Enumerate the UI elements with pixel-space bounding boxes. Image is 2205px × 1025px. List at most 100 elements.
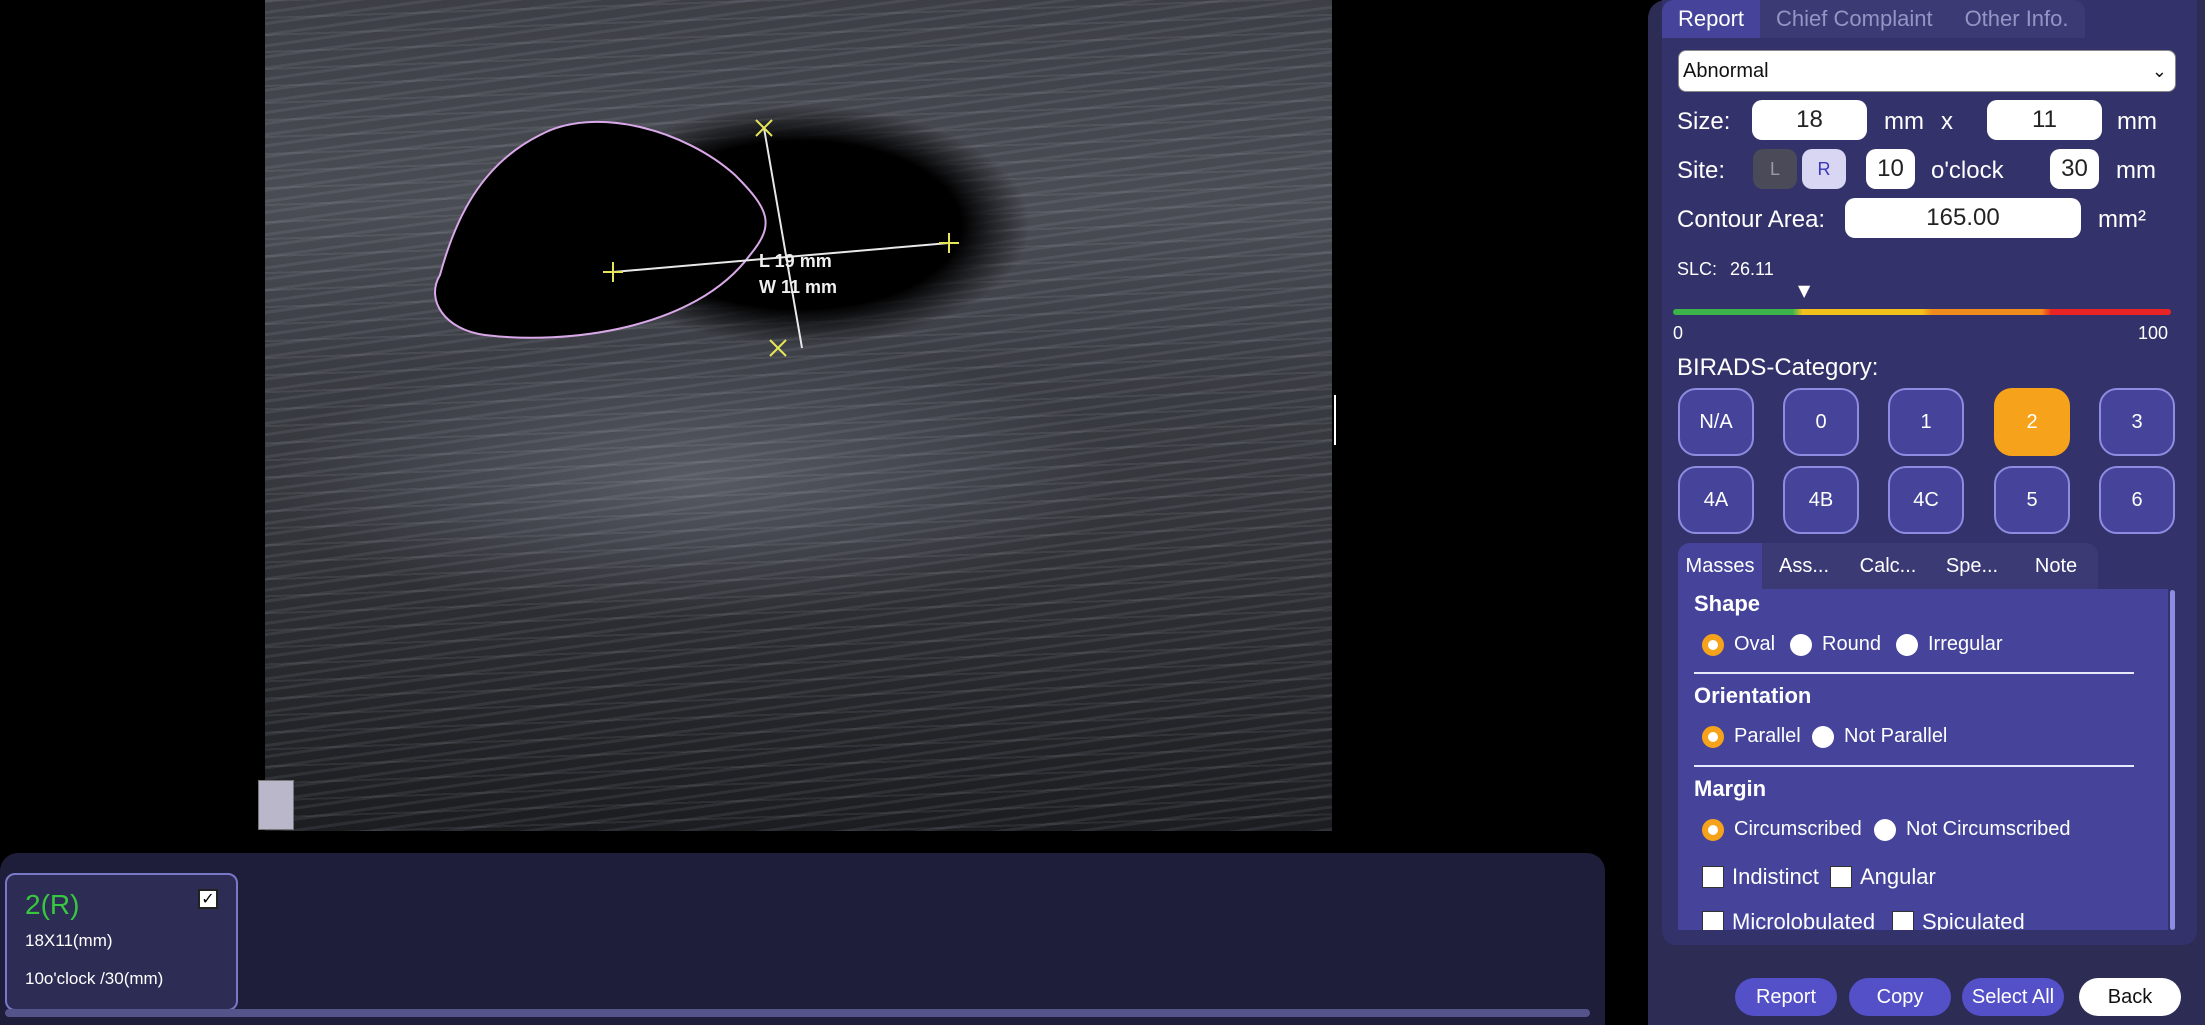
copy-button[interactable]: Copy [1849, 978, 1951, 1016]
side-left-button[interactable]: L [1753, 149, 1797, 189]
size-unit-1: mm [1884, 108, 1924, 135]
margin-circumscribed-radio[interactable]: Circumscribed [1702, 818, 1862, 841]
shape-round-label: Round [1822, 633, 1881, 655]
tab-report[interactable]: Report [1662, 0, 1761, 38]
tab-calcifications[interactable]: Calc... [1846, 543, 1930, 589]
birads-0-button[interactable]: 0 [1783, 388, 1859, 456]
thumbnail-strip[interactable] [0, 853, 1605, 1025]
checkbox-icon [1892, 911, 1914, 930]
margin-angular-checkbox[interactable]: Angular [1830, 864, 1936, 890]
size-width-input[interactable]: 18 [1752, 100, 1867, 140]
chevron-down-icon: ⌄ [2151, 61, 2167, 81]
margin-indistinct-checkbox[interactable]: Indistinct [1702, 864, 1819, 890]
width-measurement: W 11 mm [759, 277, 838, 297]
slc-label: SLC: [1677, 259, 1718, 279]
birads-4a-button[interactable]: 4A [1678, 466, 1754, 534]
radio-selected-icon [1702, 818, 1724, 841]
tab-special[interactable]: Spe... [1930, 543, 2014, 589]
radio-icon [1812, 725, 1834, 748]
birads-4b-button[interactable]: 4B [1783, 466, 1859, 534]
radio-icon [1896, 633, 1918, 656]
site-distance-input[interactable]: 30 [2050, 149, 2099, 189]
tab-chief-complaint[interactable]: Chief Complaint [1760, 0, 1949, 38]
slc-max-label: 100 [2138, 323, 2169, 343]
site-unit: mm [2116, 157, 2156, 184]
report-tabs: Report Chief Complaint Other Info. [1662, 0, 2085, 38]
shape-oval-label: Oval [1734, 633, 1776, 655]
shape-round-radio[interactable]: Round [1790, 633, 1881, 656]
tab-note[interactable]: Note [2014, 543, 2098, 589]
measurement-overlay [434, 119, 959, 357]
masses-form-scrollbar[interactable] [2170, 590, 2175, 930]
checkbox-icon [1830, 866, 1852, 888]
slc-scale-bar [1673, 309, 2171, 315]
orientation-not-parallel-radio[interactable]: Not Parallel [1812, 725, 1947, 748]
margin-not-circumscribed-radio[interactable]: Not Circumscribed [1874, 818, 2070, 841]
finding-type-value: Abnormal [1683, 60, 1769, 82]
orientation-parallel-radio[interactable]: Parallel [1702, 725, 1801, 748]
shape-irregular-radio[interactable]: Irregular [1896, 633, 2002, 656]
radio-icon [1790, 633, 1812, 656]
birads-2-button[interactable]: 2 [1994, 388, 2070, 456]
thumbnail-checkbox[interactable]: ✓ [198, 889, 218, 909]
radio-selected-icon [1702, 633, 1724, 656]
oclock-label: o'clock [1931, 157, 2004, 184]
thumbnail-title: 2(R) [25, 889, 80, 920]
radio-icon [1874, 818, 1896, 841]
orientation-not-parallel-label: Not Parallel [1844, 725, 1948, 747]
birads-4c-button[interactable]: 4C [1888, 466, 1964, 534]
length-measurement: L 19 mm [759, 251, 832, 271]
checkbox-icon [1702, 911, 1724, 930]
back-button[interactable]: Back [2079, 978, 2181, 1016]
width-caliper-line [763, 127, 803, 349]
ultrasound-image[interactable]: L 19 mm W 11 mm [265, 0, 1332, 831]
margin-angular-label: Angular [1860, 864, 1936, 889]
size-label: Size: [1677, 108, 1731, 135]
margin-microlobulated-label: Microlobulated [1732, 909, 1876, 930]
slc-pointer-icon: ▼ [1798, 281, 1811, 300]
contour-area-input[interactable]: 165.00 [1845, 198, 2081, 238]
birads-5-button[interactable]: 5 [1994, 466, 2070, 534]
finding-thumbnail[interactable]: 2(R) 18X11(mm) 10o'clock /30(mm) ✓ [5, 873, 238, 1011]
size-height-input[interactable]: 11 [1987, 100, 2102, 140]
orientation-parallel-label: Parallel [1734, 725, 1801, 747]
birads-1-button[interactable]: 1 [1888, 388, 1964, 456]
shape-oval-radio[interactable]: Oval [1702, 633, 1775, 656]
masses-form[interactable]: Shape Oval Round Irregular Orientation P… [1678, 589, 2168, 930]
tab-associated[interactable]: Ass... [1762, 543, 1846, 589]
select-all-button[interactable]: Select All [1962, 978, 2064, 1016]
site-hour-input[interactable]: 10 [1866, 149, 1915, 189]
birads-na-button[interactable]: N/A [1678, 388, 1754, 456]
caliper-marker-bottom[interactable] [769, 339, 787, 357]
slc-min-label: 0 [1673, 323, 1684, 343]
checkbox-icon [1702, 866, 1724, 888]
measurement-label: L 19 mm W 11 mm [759, 248, 837, 300]
margin-not-circumscribed-label: Not Circumscribed [1906, 818, 2071, 840]
contour-area-label: Contour Area: [1677, 206, 1826, 233]
probe-indicator [258, 780, 294, 830]
size-unit-2: mm [2117, 108, 2157, 135]
section-divider [1694, 765, 2134, 767]
site-label: Site: [1677, 157, 1726, 184]
thumbnail-scrollbar[interactable] [5, 1009, 1590, 1017]
lesion-contour [434, 121, 767, 339]
slc-value: 26.11 [1730, 259, 1774, 279]
ultrasound-viewer[interactable]: L 19 mm W 11 mm [0, 0, 1640, 853]
thumbnail-size: 18X11(mm) [25, 931, 113, 950]
tab-masses[interactable]: Masses [1678, 543, 1762, 589]
radio-selected-icon [1702, 725, 1724, 748]
shape-irregular-label: Irregular [1928, 633, 2003, 655]
tab-other-info[interactable]: Other Info. [1948, 0, 2085, 38]
margin-circumscribed-label: Circumscribed [1734, 818, 1862, 840]
birads-3-button[interactable]: 3 [2099, 388, 2175, 456]
caliper-marker-right[interactable] [939, 233, 959, 253]
margin-microlobulated-checkbox[interactable]: Microlobulated [1702, 909, 1875, 930]
birads-6-button[interactable]: 6 [2099, 466, 2175, 534]
orientation-marker [1326, 395, 1336, 445]
lexicon-tabs: Masses Ass... Calc... Spe... Note [1678, 543, 2098, 589]
thumbnail-site: 10o'clock /30(mm) [25, 969, 164, 988]
side-right-button[interactable]: R [1802, 149, 1846, 189]
report-button[interactable]: Report [1735, 978, 1837, 1016]
finding-type-select[interactable]: Abnormal ⌄ [1678, 50, 2176, 92]
margin-spiculated-checkbox[interactable]: Spiculated [1892, 909, 2025, 930]
